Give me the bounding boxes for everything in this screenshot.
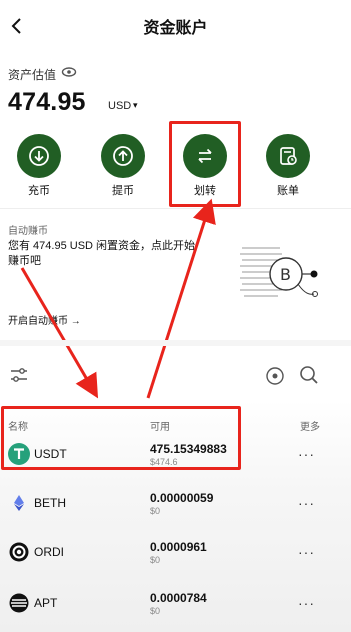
asset-amount: 0.00000059: [150, 491, 214, 505]
filter-icon[interactable]: [10, 366, 28, 384]
eth-icon: [14, 495, 24, 511]
asset-usd-value: $0: [150, 555, 161, 565]
asset-usd-value: $0: [150, 606, 161, 616]
asset-amount: 0.0000961: [150, 540, 207, 554]
annotation-box-usdt: [1, 406, 241, 470]
aptos-icon: [9, 593, 29, 613]
column-header-more: 更多: [300, 422, 320, 433]
target-icon[interactable]: [265, 366, 285, 386]
ordi-icon: [9, 542, 29, 562]
more-icon[interactable]: ···: [298, 446, 315, 462]
search-icon[interactable]: [299, 365, 319, 385]
asset-amount: 0.0000784: [150, 591, 207, 605]
asset-name: ORDI: [34, 545, 64, 559]
more-icon[interactable]: ···: [298, 495, 315, 511]
asset-name: APT: [34, 596, 58, 610]
more-icon[interactable]: ···: [298, 595, 315, 611]
section-gap: [0, 340, 351, 346]
asset-name: BETH: [34, 496, 67, 510]
asset-usd-value: $0: [150, 506, 161, 516]
more-icon[interactable]: ···: [298, 544, 315, 560]
